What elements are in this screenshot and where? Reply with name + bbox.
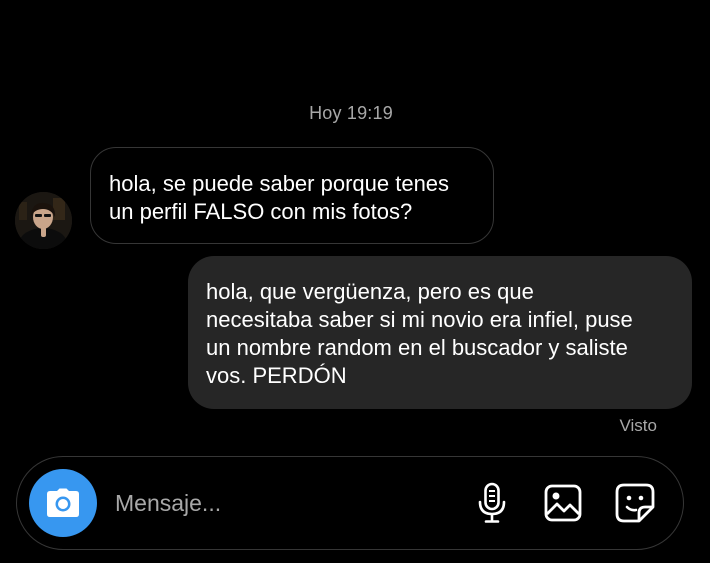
message-input[interactable] bbox=[115, 485, 435, 521]
message-text-line: hola, se puede saber porque tenes bbox=[109, 171, 450, 196]
sticker-button[interactable] bbox=[613, 481, 657, 525]
message-composer bbox=[16, 456, 684, 550]
microphone-icon bbox=[478, 482, 506, 523]
message-text-line: vos. PERDÓN bbox=[206, 363, 347, 388]
camera-icon bbox=[47, 488, 79, 517]
message-timestamp: Hoy 19:19 bbox=[309, 103, 393, 123]
sticker-icon bbox=[615, 483, 655, 523]
message-text-line: un perfil FALSO con mis fotos? bbox=[109, 199, 413, 224]
message-text-line: hola, que vergüenza, pero es que bbox=[206, 279, 534, 304]
seen-status: Visto bbox=[619, 416, 658, 435]
gallery-button[interactable] bbox=[541, 481, 585, 525]
gallery-icon bbox=[544, 484, 582, 522]
sent-message-bubble[interactable]: hola, que vergüenza, pero es que necesit… bbox=[188, 256, 692, 409]
message-text-line: necesitaba saber si mi novio era infiel,… bbox=[206, 307, 633, 332]
dm-thread-screen: Hoy 19:19 hola, se puede saber porque te… bbox=[0, 0, 710, 563]
message-text-line: un nombre random en el buscador y salist… bbox=[206, 335, 628, 360]
avatar-photo bbox=[15, 192, 72, 249]
avatar[interactable] bbox=[15, 192, 72, 249]
received-message-bubble[interactable]: hola, se puede saber porque tenes un per… bbox=[90, 147, 494, 244]
camera-button[interactable] bbox=[29, 469, 97, 537]
voice-message-button[interactable] bbox=[470, 481, 514, 525]
